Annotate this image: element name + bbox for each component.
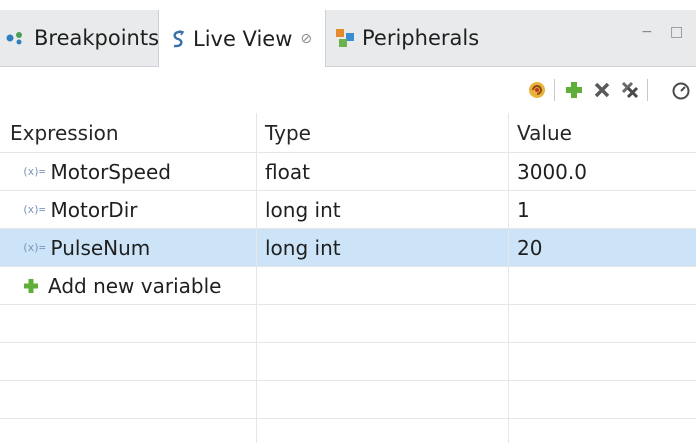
empty-cell [256, 419, 508, 443]
column-header-type[interactable]: Type [256, 113, 508, 152]
variable-icon: (x)= [22, 165, 45, 178]
toolbar-separator [554, 79, 555, 101]
expression-name: MotorSpeed [50, 159, 172, 184]
minimize-icon[interactable]: − [641, 24, 653, 40]
empty-cell [256, 381, 508, 418]
add-variable-cell[interactable]: Add new variable [0, 267, 256, 304]
tab-peripherals[interactable]: Peripherals [330, 10, 479, 66]
expression-name: PulseNum [50, 235, 151, 260]
column-header-expression[interactable]: Expression [0, 113, 256, 152]
empty-cell [508, 267, 696, 304]
column-header-value[interactable]: Value [508, 113, 696, 152]
type-cell: long int [256, 229, 508, 266]
add-icon [22, 277, 40, 295]
empty-row [0, 381, 696, 419]
table-row-selected[interactable]: (x)= PulseNum long int 20 [0, 229, 696, 267]
empty-cell [508, 343, 696, 380]
expression-cell: (x)= MotorSpeed [0, 153, 256, 190]
value-cell[interactable]: 3000.0 [508, 153, 696, 190]
expression-name: MotorDir [50, 197, 138, 222]
value-cell[interactable]: 20 [508, 229, 696, 266]
value-cell[interactable]: 1 [508, 191, 696, 228]
type-cell: long int [256, 191, 508, 228]
maximize-icon[interactable]: □ [670, 24, 683, 40]
breakpoints-icon [6, 30, 28, 46]
empty-cell [508, 381, 696, 418]
add-new-variable-label: Add new variable [48, 273, 222, 298]
tab-breakpoints[interactable]: Breakpoints [0, 10, 159, 66]
type-cell: float [256, 153, 508, 190]
empty-cell [508, 305, 696, 342]
toolbar-separator [647, 79, 648, 101]
live-view-icon [169, 29, 187, 49]
remove-icon [594, 82, 610, 98]
empty-cell [256, 343, 508, 380]
gauge-icon [672, 82, 690, 100]
table-header-row: Expression Type Value [0, 113, 696, 153]
tab-label: Breakpoints [34, 26, 160, 50]
refresh-button[interactable] [524, 77, 550, 103]
expressions-table: Expression Type Value (x)= MotorSpeed fl… [0, 113, 696, 443]
peripherals-icon [334, 27, 356, 49]
empty-cell [508, 419, 696, 443]
add-icon [566, 82, 582, 98]
empty-cell [0, 419, 256, 443]
empty-row [0, 343, 696, 381]
expression-cell: (x)= MotorDir [0, 191, 256, 228]
view-toolbar [0, 67, 696, 113]
empty-row [0, 419, 696, 443]
empty-cell [0, 343, 256, 380]
expression-cell: (x)= PulseNum [0, 229, 256, 266]
tab-label: Peripherals [362, 26, 480, 50]
empty-row [0, 305, 696, 343]
remove-all-button[interactable] [617, 77, 643, 103]
remove-button[interactable] [589, 77, 615, 103]
tab-label: Live View [193, 26, 293, 51]
add-new-variable-row[interactable]: Add new variable [0, 267, 696, 305]
table-row[interactable]: (x)= MotorSpeed float 3000.0 [0, 153, 696, 191]
refresh-icon [529, 82, 545, 98]
table-row[interactable]: (x)= MotorDir long int 1 [0, 191, 696, 229]
gauge-button[interactable] [668, 77, 694, 103]
variable-icon: (x)= [22, 241, 45, 254]
remove-all-icon [621, 81, 639, 99]
view-tab-bar: Breakpoints Live View ⊘ Peripherals − □ [0, 10, 696, 67]
empty-cell [256, 267, 508, 304]
tab-live-view[interactable]: Live View ⊘ [158, 10, 326, 67]
empty-cell [256, 305, 508, 342]
add-button[interactable] [561, 77, 587, 103]
close-tab-icon[interactable]: ⊘ [300, 31, 312, 47]
empty-cell [0, 381, 256, 418]
variable-icon: (x)= [22, 203, 45, 216]
empty-cell [0, 305, 256, 342]
